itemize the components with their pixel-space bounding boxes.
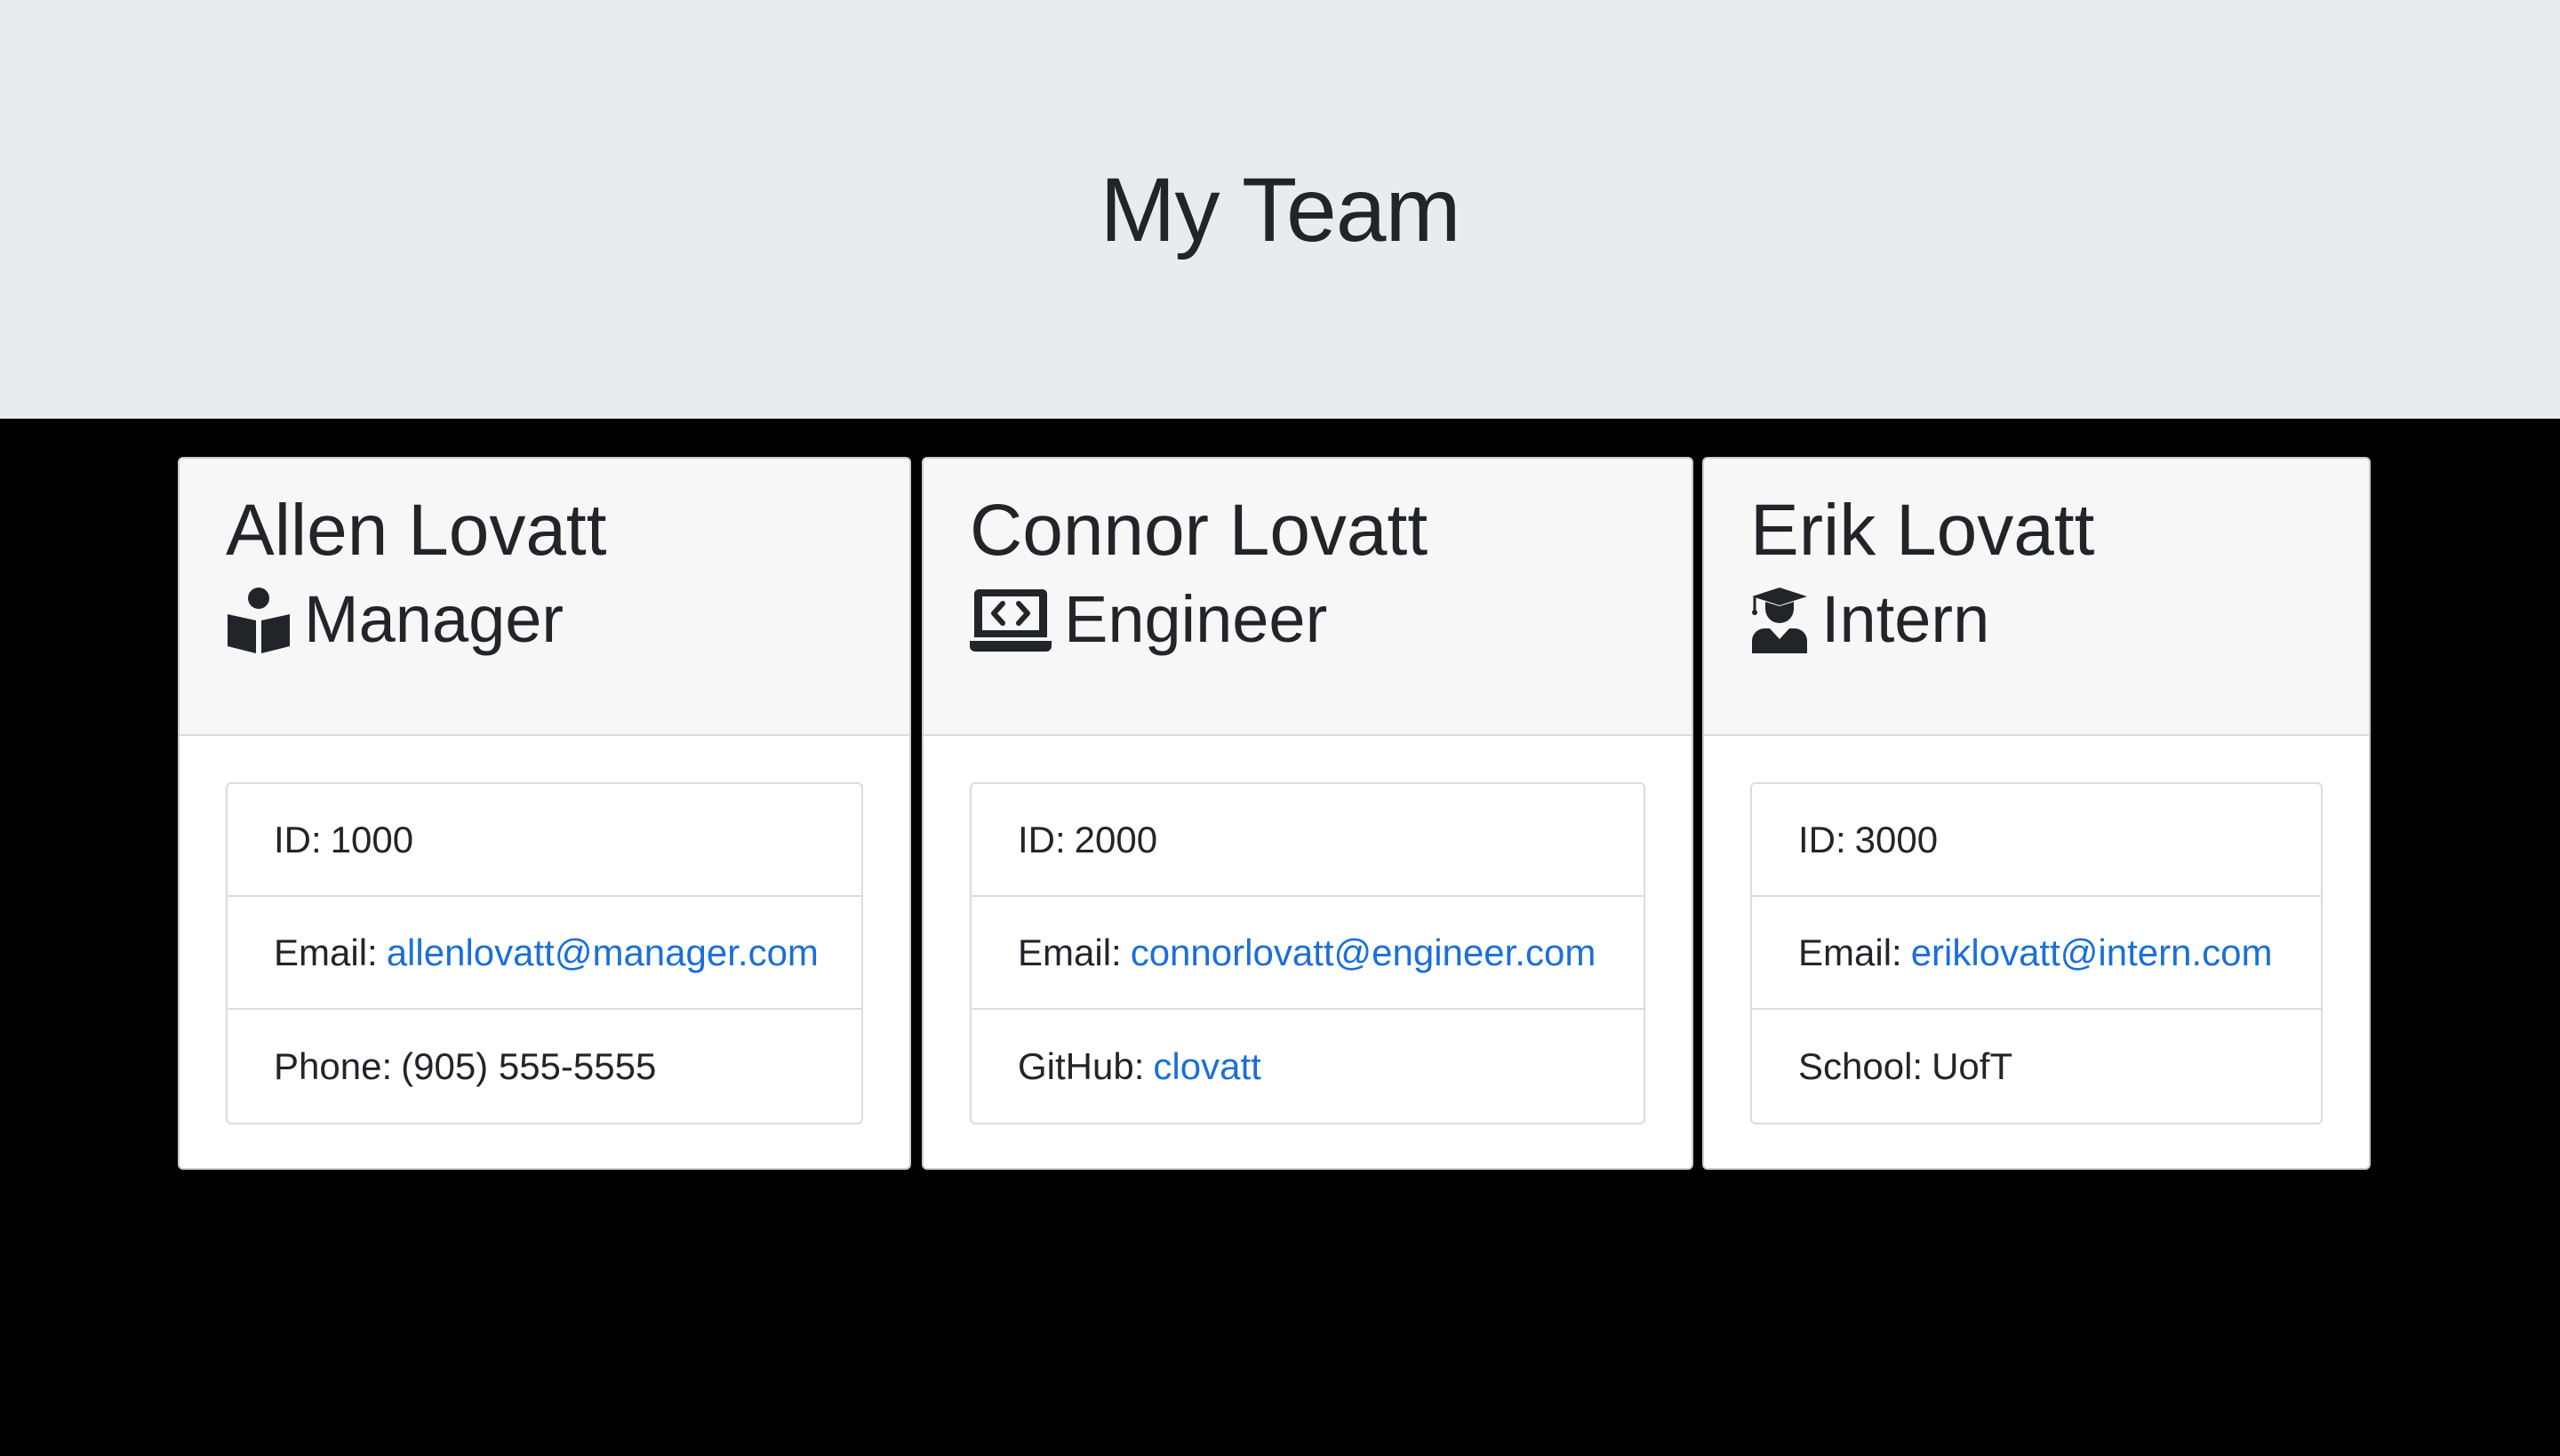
id-row: ID: 3000	[1752, 784, 2321, 897]
employee-card-manager: Allen Lovatt Manager ID: 1000 Email: all…	[178, 457, 911, 1170]
id-row: ID: 2000	[972, 784, 1644, 897]
email-label: Email:	[274, 931, 378, 973]
page-title: My Team	[1100, 158, 1461, 260]
role-label: Intern	[1821, 582, 1990, 657]
card-header: Erik Lovatt Intern	[1704, 459, 2369, 736]
employee-role: Intern	[1750, 581, 2369, 657]
phone-value: (905) 555-5555	[401, 1044, 657, 1087]
details-list: ID: 1000 Email: allenlovatt@manager.com …	[226, 782, 863, 1124]
employee-name: Allen Lovatt	[226, 490, 607, 571]
email-link[interactable]: eriklovatt@intern.com	[1911, 932, 2273, 974]
github-label: GitHub:	[1018, 1044, 1145, 1087]
github-row: GitHub: clovatt	[972, 1010, 1644, 1123]
employee-card-intern: Erik Lovatt Intern ID: 3000 Email: erikl…	[1702, 457, 2371, 1170]
school-label: School:	[1798, 1044, 1924, 1087]
laptop-code-icon	[970, 586, 1052, 653]
card-body: ID: 3000 Email: eriklovatt@intern.com Sc…	[1704, 736, 2369, 1124]
card-header: Connor Lovatt Engineer	[924, 459, 1692, 736]
user-book-icon	[226, 586, 292, 653]
email-link[interactable]: connorlovatt@engineer.com	[1131, 932, 1596, 974]
employee-name: Connor Lovatt	[970, 490, 1428, 571]
phone-label: Phone:	[274, 1044, 393, 1087]
user-graduate-icon	[1750, 586, 1809, 653]
card-body: ID: 2000 Email: connorlovatt@engineer.co…	[924, 736, 1692, 1124]
header-jumbotron: My Team	[0, 0, 2560, 419]
details-list: ID: 3000 Email: eriklovatt@intern.com Sc…	[1750, 782, 2323, 1124]
email-row: Email: connorlovatt@engineer.com	[972, 897, 1644, 1010]
email-label: Email:	[1018, 931, 1122, 973]
id-value: 1000	[330, 818, 414, 860]
email-row: Email: allenlovatt@manager.com	[228, 897, 861, 1010]
id-label: ID:	[1018, 818, 1066, 860]
school-value: UofT	[1932, 1044, 2013, 1087]
id-label: ID:	[274, 818, 322, 860]
role-label: Engineer	[1064, 582, 1328, 657]
email-label: Email:	[1798, 931, 1902, 973]
id-row: ID: 1000	[228, 784, 861, 897]
details-list: ID: 2000 Email: connorlovatt@engineer.co…	[970, 782, 1645, 1124]
employee-role: Manager	[226, 581, 909, 657]
phone-row: Phone: (905) 555-5555	[228, 1010, 861, 1123]
role-label: Manager	[304, 582, 564, 657]
employee-role: Engineer	[970, 581, 1692, 657]
email-row: Email: eriklovatt@intern.com	[1752, 897, 2321, 1010]
id-value: 2000	[1074, 818, 1158, 860]
school-row: School: UofT	[1752, 1010, 2321, 1123]
github-link[interactable]: clovatt	[1153, 1045, 1260, 1088]
email-link[interactable]: allenlovatt@manager.com	[387, 932, 819, 974]
id-value: 3000	[1854, 818, 1939, 860]
id-label: ID:	[1798, 818, 1846, 860]
employee-name: Erik Lovatt	[1750, 490, 2095, 571]
card-header: Allen Lovatt Manager	[180, 459, 909, 736]
card-body: ID: 1000 Email: allenlovatt@manager.com …	[180, 736, 909, 1124]
employee-card-engineer: Connor Lovatt Engineer ID: 2000 Email: c…	[922, 457, 1693, 1170]
